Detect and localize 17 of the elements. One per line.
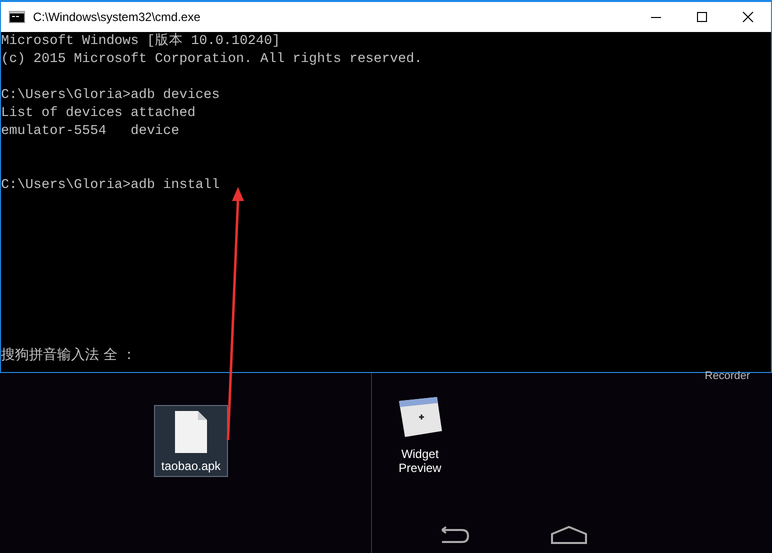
ime-status: 搜狗拼音输入法 全 ：: [1, 346, 137, 364]
maximize-icon: [696, 11, 708, 23]
console-line: List of devices attached: [1, 105, 196, 123]
console-line: C:\Users\Gloria>adb install: [1, 177, 221, 195]
file-item[interactable]: taobao.apk: [154, 405, 228, 477]
widget-preview-icon: [397, 395, 443, 439]
console-line: emulator-5554 device: [1, 123, 180, 141]
console-line: C:\Users\Gloria>adb devices: [1, 87, 221, 105]
window-title: C:\Windows\system32\cmd.exe: [33, 10, 200, 24]
home-icon[interactable]: [550, 525, 588, 545]
app-shortcut[interactable]: Widget Preview: [396, 395, 444, 475]
file-icon: [174, 410, 208, 454]
console-line: (c) 2015 Microsoft Corporation. All rights reserved.: [1, 51, 424, 69]
close-icon: [742, 11, 754, 23]
app-label: Recorder: [704, 370, 750, 382]
console-icon: [9, 11, 25, 23]
console-line: Microsoft Windows [版本 10.0.10240]: [1, 33, 282, 51]
